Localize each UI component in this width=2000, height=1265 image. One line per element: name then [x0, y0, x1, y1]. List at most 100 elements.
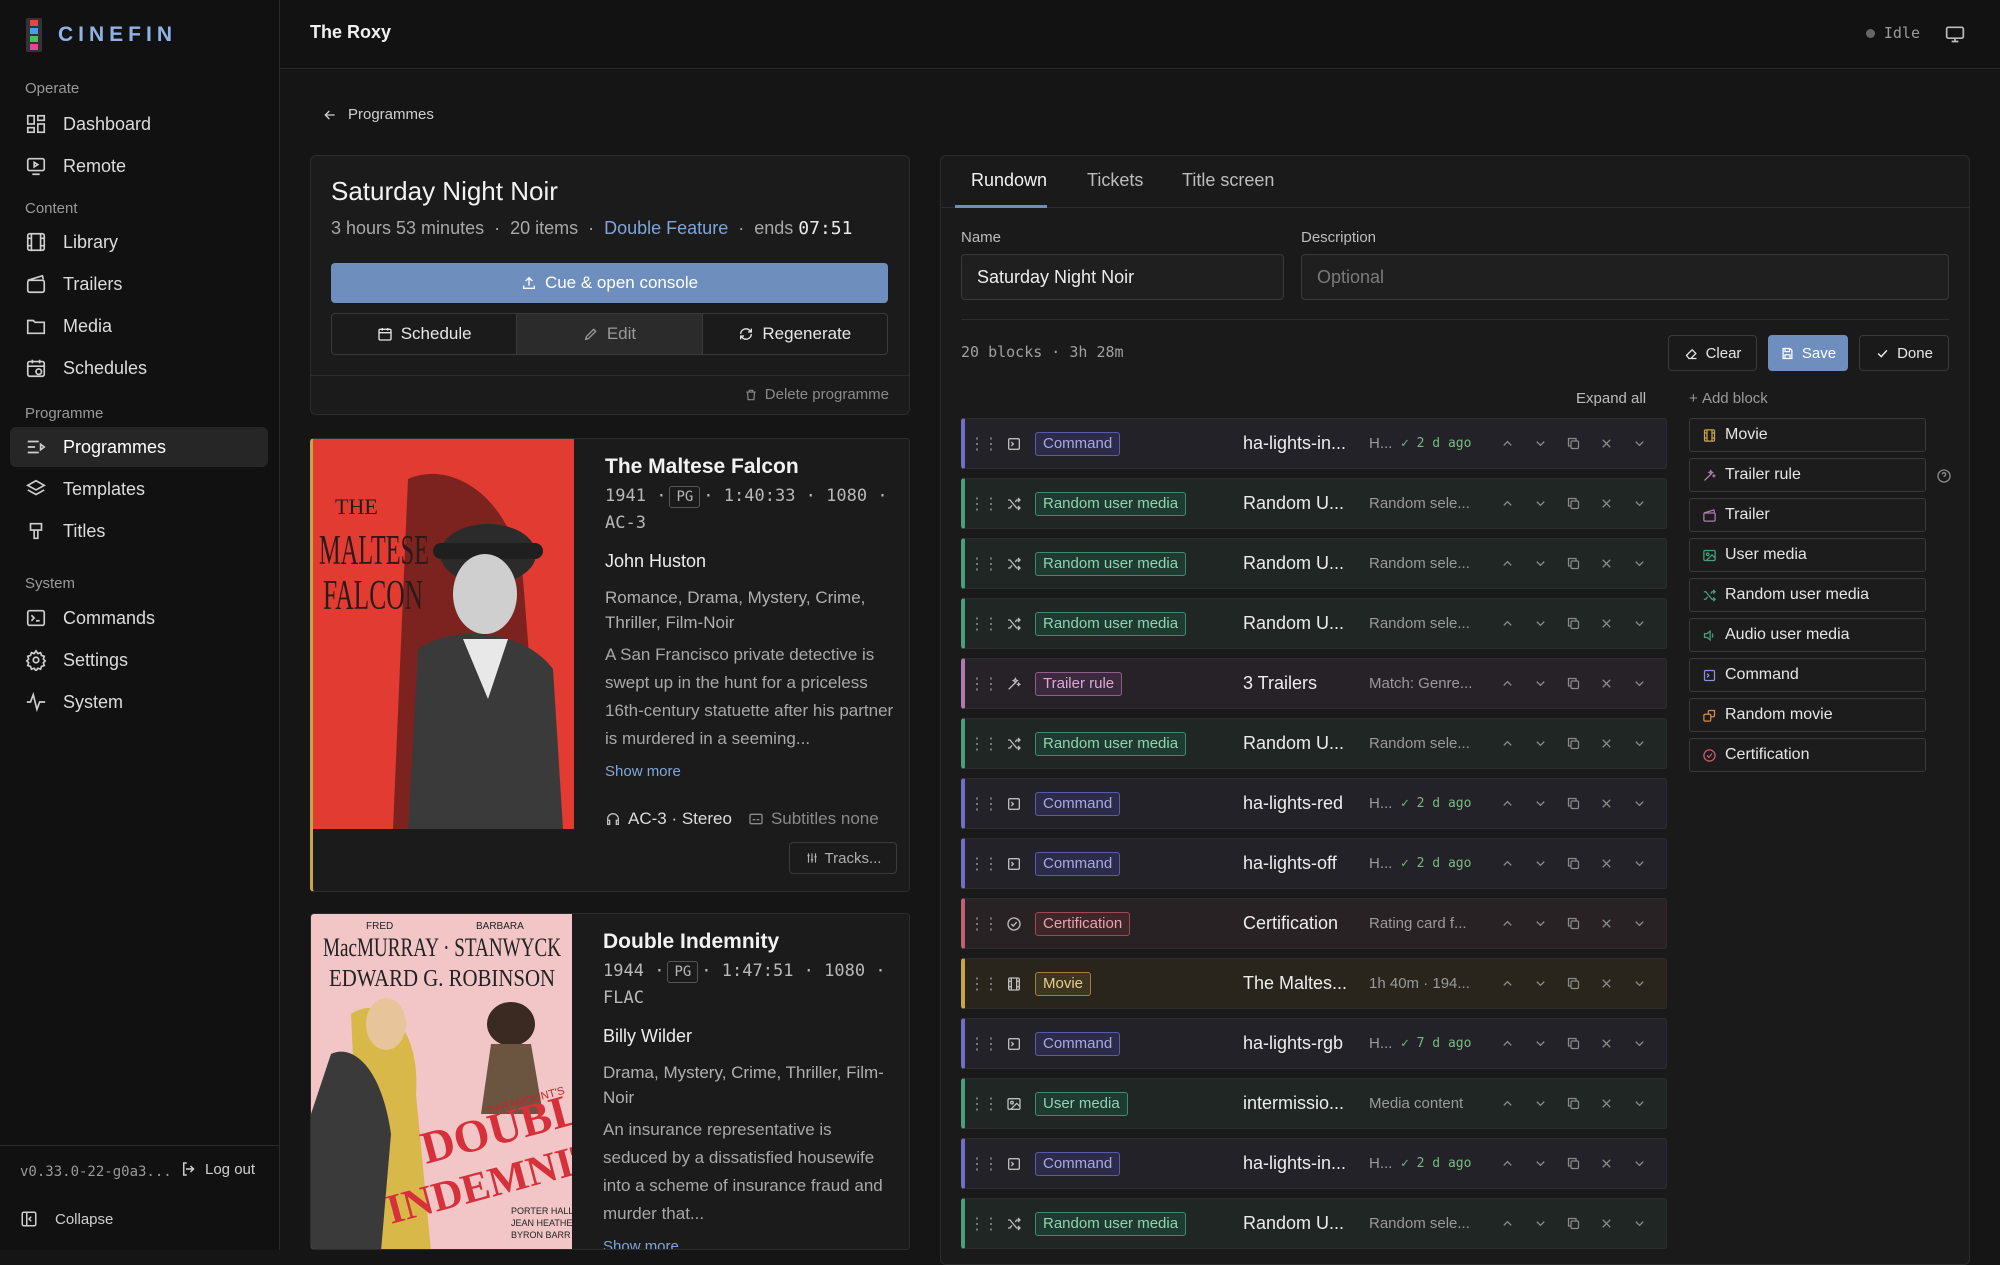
sidebar-item-schedules[interactable]: Schedules [10, 348, 268, 388]
rundown-block-row[interactable]: ⋮⋮ Trailer rule 3 Trailers Match: Genre... [961, 658, 1667, 709]
remove-button[interactable] [1590, 496, 1623, 511]
rundown-block-row[interactable]: ⋮⋮ Random user media Random U... Random sel… [961, 478, 1667, 529]
remove-button[interactable] [1590, 796, 1623, 811]
add-block-random-user-media[interactable]: Random user media [1689, 578, 1926, 612]
expand-row-button[interactable] [1623, 1036, 1656, 1051]
sidebar-item-system[interactable]: System [10, 682, 268, 722]
drag-handle-icon[interactable]: ⋮⋮ [965, 614, 1001, 634]
app-logo[interactable]: CINEFIN [26, 18, 177, 52]
duplicate-button[interactable] [1557, 976, 1590, 991]
sidebar-item-library[interactable]: Library [10, 222, 268, 262]
move-down-button[interactable] [1524, 916, 1557, 931]
regenerate-button[interactable]: Regenerate [703, 314, 887, 354]
sidebar-item-settings[interactable]: Settings [10, 640, 268, 680]
move-down-button[interactable] [1524, 1156, 1557, 1171]
clear-button[interactable]: Clear [1668, 335, 1757, 371]
sidebar-item-templates[interactable]: Templates [10, 469, 268, 509]
remove-button[interactable] [1590, 736, 1623, 751]
expand-row-button[interactable] [1623, 796, 1656, 811]
move-down-button[interactable] [1524, 736, 1557, 751]
rundown-block-row[interactable]: ⋮⋮ User media intermissio... Media content [961, 1078, 1667, 1129]
move-up-button[interactable] [1491, 796, 1524, 811]
drag-handle-icon[interactable]: ⋮⋮ [965, 734, 1001, 754]
move-down-button[interactable] [1524, 676, 1557, 691]
delete-programme-button[interactable]: Delete programme [744, 386, 889, 403]
expand-row-button[interactable] [1623, 556, 1656, 571]
remove-button[interactable] [1590, 676, 1623, 691]
remove-button[interactable] [1590, 976, 1623, 991]
rundown-block-row[interactable]: ⋮⋮ Random user media Random U... Random sel… [961, 1198, 1667, 1249]
add-block-certification[interactable]: Certification [1689, 738, 1926, 772]
duplicate-button[interactable] [1557, 916, 1590, 931]
move-down-button[interactable] [1524, 496, 1557, 511]
move-down-button[interactable] [1524, 436, 1557, 451]
sidebar-item-titles[interactable]: Titles [10, 511, 268, 551]
expand-row-button[interactable] [1623, 616, 1656, 631]
add-block-trailer-rule[interactable]: Trailer rule [1689, 458, 1926, 492]
rundown-block-row[interactable]: ⋮⋮ Random user media Random U... Random sel… [961, 538, 1667, 589]
add-block-user-media[interactable]: User media [1689, 538, 1926, 572]
show-more-link[interactable]: Show more [603, 1238, 679, 1249]
move-down-button[interactable] [1524, 616, 1557, 631]
rundown-block-row[interactable]: ⋮⋮ Certification Certification Rating card … [961, 898, 1667, 949]
drag-handle-icon[interactable]: ⋮⋮ [965, 1034, 1001, 1054]
move-up-button[interactable] [1491, 676, 1524, 691]
expand-row-button[interactable] [1623, 496, 1656, 511]
duplicate-button[interactable] [1557, 856, 1590, 871]
duplicate-button[interactable] [1557, 1036, 1590, 1051]
add-block-trailer[interactable]: Trailer [1689, 498, 1926, 532]
rundown-block-row[interactable]: ⋮⋮ Command ha-lights-rgb H... ✓ 7 d ago [961, 1018, 1667, 1069]
drag-handle-icon[interactable]: ⋮⋮ [965, 554, 1001, 574]
expand-row-button[interactable] [1623, 1216, 1656, 1231]
move-up-button[interactable] [1491, 436, 1524, 451]
duplicate-button[interactable] [1557, 796, 1590, 811]
move-down-button[interactable] [1524, 856, 1557, 871]
add-block-command[interactable]: Command [1689, 658, 1926, 692]
drag-handle-icon[interactable]: ⋮⋮ [965, 854, 1001, 874]
sidebar-item-dashboard[interactable]: Dashboard [10, 104, 268, 144]
edit-button[interactable]: Edit [517, 314, 703, 354]
save-button[interactable]: Save [1768, 335, 1848, 371]
cue-and-open-console-button[interactable]: Cue & open console [331, 263, 888, 303]
move-down-button[interactable] [1524, 1036, 1557, 1051]
tab-rundown[interactable]: Rundown [971, 170, 1047, 191]
remove-button[interactable] [1590, 916, 1623, 931]
drag-handle-icon[interactable]: ⋮⋮ [965, 1154, 1001, 1174]
collapse-sidebar-button[interactable]: Collapse [20, 1210, 113, 1228]
add-block-movie[interactable]: Movie [1689, 418, 1926, 452]
back-to-programmes-link[interactable]: Programmes [322, 106, 434, 123]
drag-handle-icon[interactable]: ⋮⋮ [965, 674, 1001, 694]
tab-tickets[interactable]: Tickets [1087, 170, 1143, 191]
sidebar-item-media[interactable]: Media [10, 306, 268, 346]
duplicate-button[interactable] [1557, 556, 1590, 571]
drag-handle-icon[interactable]: ⋮⋮ [965, 494, 1001, 514]
move-down-button[interactable] [1524, 556, 1557, 571]
expand-row-button[interactable] [1623, 976, 1656, 991]
move-up-button[interactable] [1491, 1216, 1524, 1231]
rundown-block-row[interactable]: ⋮⋮ Random user media Random U... Random sel… [961, 598, 1667, 649]
programme-format-link[interactable]: Double Feature [604, 218, 728, 238]
schedule-button[interactable]: Schedule [332, 314, 518, 354]
move-up-button[interactable] [1491, 496, 1524, 511]
rundown-block-row[interactable]: ⋮⋮ Command ha-lights-off H... ✓ 2 d ago [961, 838, 1667, 889]
show-more-link[interactable]: Show more [605, 763, 681, 780]
drag-handle-icon[interactable]: ⋮⋮ [965, 434, 1001, 454]
sidebar-item-trailers[interactable]: Trailers [10, 264, 268, 304]
move-down-button[interactable] [1524, 796, 1557, 811]
remove-button[interactable] [1590, 1096, 1623, 1111]
duplicate-button[interactable] [1557, 436, 1590, 451]
add-block-random-movie[interactable]: Random movie [1689, 698, 1926, 732]
expand-row-button[interactable] [1623, 676, 1656, 691]
remove-button[interactable] [1590, 1216, 1623, 1231]
rundown-block-row[interactable]: ⋮⋮ Random user media Random U... Random sel… [961, 718, 1667, 769]
duplicate-button[interactable] [1557, 1096, 1590, 1111]
expand-row-button[interactable] [1623, 436, 1656, 451]
expand-row-button[interactable] [1623, 1096, 1656, 1111]
move-up-button[interactable] [1491, 916, 1524, 931]
help-button[interactable] [1936, 468, 1952, 489]
move-up-button[interactable] [1491, 856, 1524, 871]
duplicate-button[interactable] [1557, 676, 1590, 691]
expand-row-button[interactable] [1623, 1156, 1656, 1171]
remove-button[interactable] [1590, 1156, 1623, 1171]
move-up-button[interactable] [1491, 1036, 1524, 1051]
